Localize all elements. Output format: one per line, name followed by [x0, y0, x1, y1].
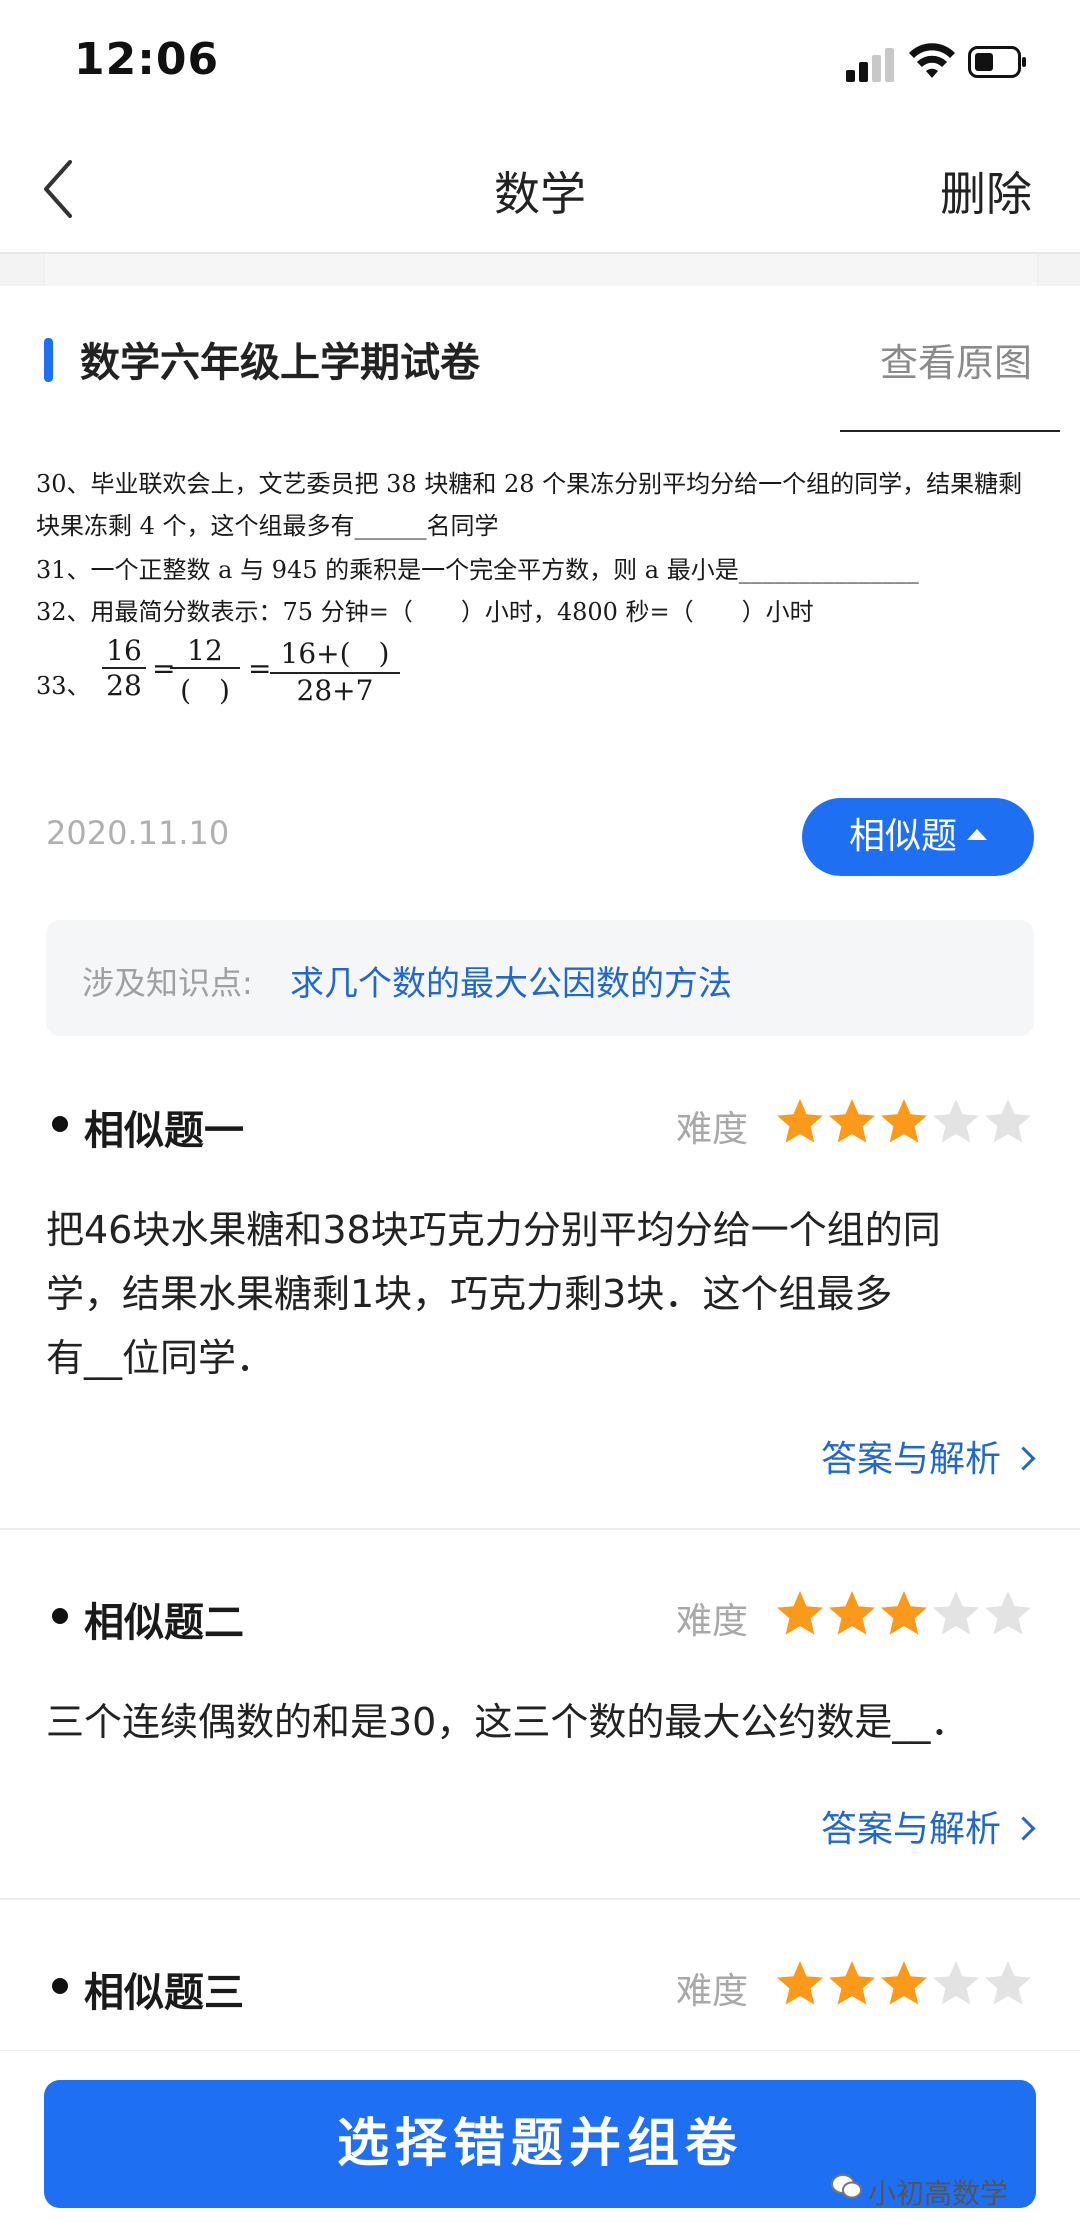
question-body-line: 学，结果水果糖剩1块，巧克力剩3块．这个组最多	[46, 1272, 893, 1316]
fraction-3: 16+( ) 28+7	[270, 632, 400, 707]
question-header: 相似题一 难度	[0, 1090, 1080, 1160]
star-empty-icon	[933, 1591, 979, 1635]
caret-up-icon	[967, 828, 987, 840]
chevron-right-icon	[1011, 1816, 1036, 1841]
fraction-2-denominator: ( )	[170, 667, 240, 709]
bullet-dot	[52, 1978, 68, 1994]
battery-icon	[968, 46, 1026, 78]
star-filled-icon	[829, 1961, 875, 2005]
star-empty-icon	[985, 1591, 1031, 1635]
star-filled-icon	[777, 1591, 823, 1635]
similar-button-label: 相似题	[848, 816, 957, 857]
scan-line-30: 30、毕业联欢会上，文艺委员把 38 块糖和 28 个果冻分别平均分给一个组的同…	[36, 470, 1023, 498]
fraction-3-denominator: 28+7	[270, 672, 400, 707]
star-empty-icon	[985, 1099, 1031, 1143]
answer-analysis-link[interactable]: 答案与解析	[820, 1430, 1036, 1482]
question-body-line: 有__位同学．	[46, 1336, 275, 1380]
question-body-line: 把46块水果糖和38块巧克力分别平均分给一个组的同	[46, 1208, 941, 1252]
wifi-icon	[909, 43, 955, 78]
star-filled-icon	[777, 1961, 823, 2005]
answer-analysis-link[interactable]: 答案与解析	[820, 1800, 1036, 1852]
watermark: 小初高数学	[868, 2177, 1009, 2210]
scan-line-33: 33、	[36, 672, 91, 700]
star-filled-icon	[881, 1099, 927, 1143]
answer-analysis-label: 答案与解析	[820, 1439, 1001, 1480]
scan-line-30b: 块果冻剩 4 个，这个组最多有______名同学	[36, 512, 499, 540]
question-title: 相似题一	[84, 1108, 244, 1154]
wechat-icon	[831, 2174, 862, 2199]
fraction-1-numerator: 16	[106, 634, 142, 667]
difficulty-stars	[774, 1958, 1034, 2014]
fraction-1: 16 28	[102, 634, 146, 702]
star-filled-icon	[881, 1591, 927, 1635]
star-empty-icon	[985, 1961, 1031, 2005]
fraction-2-numerator: 12	[187, 634, 223, 667]
divider	[0, 1898, 1080, 1900]
signal-icon	[846, 48, 898, 82]
question-title: 相似题三	[84, 1970, 244, 2016]
paper-date: 2020.11.10	[46, 814, 230, 852]
question-body-line: 三个连续偶数的和是30，这三个数的最大公约数是__．	[46, 1700, 969, 1744]
view-original-button[interactable]: 查看原图	[880, 332, 1032, 387]
question-header: 相似题二 难度	[0, 1582, 1080, 1652]
knowledge-point-box: 涉及知识点: 求几个数的最大公因数的方法	[46, 920, 1034, 1036]
fraction-2: 12 ( )	[170, 634, 240, 709]
status-bar: 12:06	[0, 0, 1080, 130]
difficulty-label: 难度	[676, 1971, 749, 2012]
star-empty-icon	[933, 1099, 979, 1143]
star-filled-icon	[829, 1591, 875, 1635]
status-time: 12:06	[74, 34, 220, 85]
chevron-right-icon	[1011, 1446, 1036, 1471]
difficulty-stars	[774, 1588, 1034, 1644]
title-accent-bar	[44, 338, 53, 382]
knowledge-point-link[interactable]: 求几个数的最大公因数的方法	[290, 956, 732, 1005]
fraction-3-numerator: 16+( )	[280, 637, 390, 670]
scan-line-32: 32、用最简分数表示：75 分钟=（ ）小时，4800 秒=（ ）小时	[36, 598, 814, 626]
delete-button[interactable]: 删除	[940, 158, 1032, 224]
star-filled-icon	[829, 1099, 875, 1143]
knowledge-point-label: 涉及知识点:	[82, 964, 253, 1002]
fraction-1-denominator: 28	[102, 667, 146, 702]
question-body[interactable]: 把46块水果糖和38块巧克力分别平均分给一个组的同 学，结果水果糖剩1块，巧克力…	[46, 1198, 1016, 1390]
equals-sign-2: =	[248, 652, 272, 685]
difficulty-label: 难度	[676, 1601, 749, 1642]
similar-questions-toggle[interactable]: 相似题	[802, 798, 1034, 876]
scan-line-31: 31、一个正整数 a 与 945 的乘积是一个完全平方数，则 a 最小是____…	[36, 556, 919, 584]
question-body[interactable]: 三个连续偶数的和是30，这三个数的最大公约数是__．	[46, 1690, 1016, 1754]
star-filled-icon	[881, 1961, 927, 2005]
difficulty-stars	[774, 1096, 1034, 1152]
divider	[0, 1528, 1080, 1530]
bullet-dot	[52, 1608, 68, 1624]
question-title: 相似题二	[84, 1600, 244, 1646]
scanned-question-image[interactable]: 30、毕业联欢会上，文艺委员把 38 块糖和 28 个果冻分别平均分给一个组的同…	[20, 420, 1080, 750]
star-empty-icon	[933, 1961, 979, 2005]
star-filled-icon	[777, 1099, 823, 1143]
bullet-dot	[52, 1116, 68, 1132]
answer-analysis-label: 答案与解析	[820, 1809, 1001, 1850]
difficulty-label: 难度	[676, 1109, 749, 1150]
paper-title: 数学六年级上学期试卷	[80, 340, 480, 386]
page-title: 数学	[494, 167, 586, 221]
cropped-line	[20, 420, 1080, 442]
nav-bar: 数学 删除	[0, 130, 1080, 254]
card-edge	[44, 254, 1038, 286]
question-header: 相似题三 难度	[0, 1952, 1080, 2022]
